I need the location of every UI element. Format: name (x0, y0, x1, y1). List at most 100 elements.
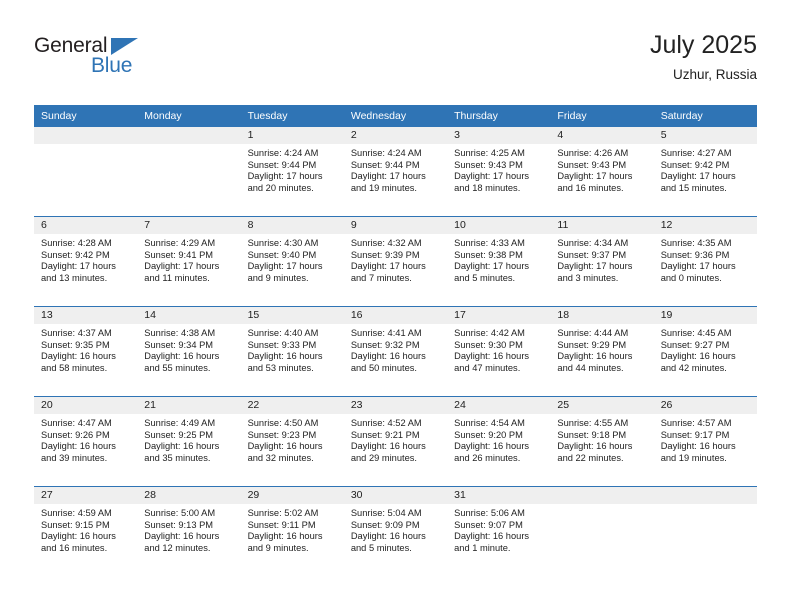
sunset-text: Sunset: 9:42 PM (660, 159, 730, 170)
calendar-day-cell[interactable]: 13 Sunrise: 4:37 AM Sunset: 9:35 PM Dayligh… (34, 306, 138, 397)
day-cell-inner: 15 Sunrise: 4:40 AM Sunset: 9:33 PM Dayligh… (240, 307, 344, 396)
calendar-day-cell[interactable]: 4 Sunrise: 4:26 AM Sunset: 9:43 PM Daylight… (550, 127, 654, 217)
sunset-text: Sunset: 9:37 PM (557, 249, 627, 260)
calendar-day-cell[interactable]: 8 Sunrise: 4:30 AM Sunset: 9:40 PM Daylight… (240, 216, 344, 307)
calendar-day-cell[interactable]: 27 Sunrise: 4:59 AM Sunset: 9:15 PM Dayligh… (34, 486, 138, 576)
day-cell-inner: 10 Sunrise: 4:33 AM Sunset: 9:38 PM Dayligh… (447, 217, 551, 306)
calendar-week-row: 13 Sunrise: 4:37 AM Sunset: 9:35 PM Dayligh… (34, 306, 757, 397)
daylight-text-line2: and 22 minutes. (557, 452, 624, 463)
daylight-text-line2: and 5 minutes. (350, 542, 412, 553)
calendar-day-cell[interactable]: 20 Sunrise: 4:47 AM Sunset: 9:26 PM Dayligh… (34, 396, 138, 487)
day-cell-details (34, 144, 137, 148)
calendar-body: 1 Sunrise: 4:24 AM Sunset: 9:44 PM Daylight… (34, 127, 757, 576)
calendar-day-cell[interactable]: 26 Sunrise: 4:57 AM Sunset: 9:17 PM Dayligh… (653, 396, 757, 487)
calendar-day-cell[interactable]: 29 Sunrise: 5:02 AM Sunset: 9:11 PM Dayligh… (240, 486, 344, 576)
daylight-text-line2: and 0 minutes. (660, 272, 722, 283)
page-title: July 2025 (649, 31, 757, 59)
sunrise-text: Sunrise: 4:44 AM (557, 328, 629, 338)
daylight-text-line1: Daylight: 16 hours (247, 351, 323, 362)
sunset-text: Sunset: 9:35 PM (41, 339, 110, 350)
calendar-day-cell[interactable]: 22 Sunrise: 4:50 AM Sunset: 9:23 PM Dayligh… (240, 396, 344, 487)
calendar-day-cell[interactable]: 18 Sunrise: 4:44 AM Sunset: 9:29 PM Dayligh… (550, 306, 654, 397)
day-cell-details: Sunrise: 4:30 AM Sunset: 9:40 PM Daylight:… (241, 234, 344, 284)
calendar-day-cell[interactable]: 2 Sunrise: 4:24 AM Sunset: 9:44 PM Daylight… (343, 127, 448, 217)
daylight-text-line2: and 47 minutes. (454, 362, 521, 373)
sunrise-text: Sunrise: 4:35 AM (660, 238, 732, 248)
daylight-text-line2: and 32 minutes. (247, 452, 314, 463)
sunrise-text: Sunrise: 4:30 AM (247, 238, 319, 248)
sunrise-text: Sunrise: 4:50 AM (247, 418, 319, 428)
calendar-day-cell[interactable]: 11 Sunrise: 4:34 AM Sunset: 9:37 PM Dayligh… (550, 216, 654, 307)
daylight-text-line2: and 20 minutes. (247, 182, 314, 193)
day-cell-details: Sunrise: 5:04 AM Sunset: 9:09 PM Daylight:… (344, 504, 447, 554)
calendar-day-cell[interactable]: 14 Sunrise: 4:38 AM Sunset: 9:34 PM Dayligh… (137, 306, 241, 397)
daylight-text-line1: Daylight: 17 hours (660, 261, 736, 272)
day-number: 16 (343, 307, 448, 324)
daylight-text-line1: Daylight: 17 hours (454, 261, 530, 272)
calendar-day-cell[interactable]: 3 Sunrise: 4:25 AM Sunset: 9:43 PM Daylight… (447, 127, 551, 217)
day-cell-inner: 13 Sunrise: 4:37 AM Sunset: 9:35 PM Dayligh… (34, 307, 138, 396)
daylight-text-line2: and 3 minutes. (557, 272, 619, 283)
calendar-day-cell[interactable]: 21 Sunrise: 4:49 AM Sunset: 9:25 PM Dayligh… (137, 396, 241, 487)
day-number: 4 (550, 127, 654, 144)
daylight-text-line2: and 19 minutes. (350, 182, 417, 193)
daylight-text-line2: and 55 minutes. (144, 362, 211, 373)
calendar-day-cell[interactable]: 1 Sunrise: 4:24 AM Sunset: 9:44 PM Daylight… (240, 127, 344, 217)
calendar-day-cell[interactable]: 6 Sunrise: 4:28 AM Sunset: 9:42 PM Daylight… (34, 216, 138, 307)
calendar-header-row: Sunday Monday Tuesday Wednesday Thursday… (34, 105, 757, 127)
day-number: 9 (343, 217, 448, 234)
calendar-day-cell[interactable]: 16 Sunrise: 4:41 AM Sunset: 9:32 PM Dayligh… (343, 306, 448, 397)
calendar-day-cell[interactable]: 15 Sunrise: 4:40 AM Sunset: 9:33 PM Dayligh… (240, 306, 344, 397)
day-cell-details: Sunrise: 4:41 AM Sunset: 9:32 PM Daylight:… (344, 324, 447, 374)
sunrise-text: Sunrise: 4:59 AM (41, 508, 112, 518)
sunset-text: Sunset: 9:34 PM (144, 339, 214, 350)
day-cell-details: Sunrise: 4:57 AM Sunset: 9:17 PM Daylight:… (654, 414, 757, 464)
day-cell-details: Sunrise: 4:25 AM Sunset: 9:43 PM Daylight:… (447, 144, 550, 194)
brand-logo[interactable]: General Blue (34, 34, 234, 90)
day-cell-inner: 22 Sunrise: 4:50 AM Sunset: 9:23 PM Dayligh… (240, 397, 344, 486)
daylight-text-line1: Daylight: 16 hours (454, 441, 530, 452)
calendar-day-cell[interactable]: 19 Sunrise: 4:45 AM Sunset: 9:27 PM Dayligh… (653, 306, 757, 397)
calendar-day-cell[interactable]: 5 Sunrise: 4:27 AM Sunset: 9:42 PM Daylight… (653, 127, 757, 217)
day-cell-details: Sunrise: 4:35 AM Sunset: 9:36 PM Daylight:… (654, 234, 757, 284)
day-cell-inner (137, 127, 241, 216)
sunrise-text: Sunrise: 4:57 AM (660, 418, 732, 428)
sunset-text: Sunset: 9:32 PM (350, 339, 420, 350)
calendar-day-cell[interactable]: 23 Sunrise: 4:52 AM Sunset: 9:21 PM Dayligh… (343, 396, 448, 487)
daylight-text-line1: Daylight: 17 hours (247, 261, 323, 272)
day-cell-inner: 6 Sunrise: 4:28 AM Sunset: 9:42 PM Daylight… (34, 217, 138, 306)
calendar-day-cell[interactable]: 24 Sunrise: 4:54 AM Sunset: 9:20 PM Dayligh… (447, 396, 551, 487)
calendar-day-cell[interactable]: 25 Sunrise: 4:55 AM Sunset: 9:18 PM Dayligh… (550, 396, 654, 487)
sunset-text: Sunset: 9:25 PM (144, 429, 214, 440)
day-cell-inner: 23 Sunrise: 4:52 AM Sunset: 9:21 PM Dayligh… (343, 397, 448, 486)
sunrise-text: Sunrise: 4:25 AM (454, 148, 525, 158)
day-number: 15 (240, 307, 344, 324)
daylight-text-line2: and 19 minutes. (660, 452, 727, 463)
day-cell-inner: 3 Sunrise: 4:25 AM Sunset: 9:43 PM Daylight… (447, 127, 551, 216)
daylight-text-line1: Daylight: 17 hours (144, 261, 220, 272)
calendar-day-cell[interactable]: 9 Sunrise: 4:32 AM Sunset: 9:39 PM Daylight… (343, 216, 448, 307)
calendar-day-cell[interactable]: 7 Sunrise: 4:29 AM Sunset: 9:41 PM Daylight… (137, 216, 241, 307)
calendar-week-row: 20 Sunrise: 4:47 AM Sunset: 9:26 PM Dayligh… (34, 396, 757, 487)
day-cell-inner: 19 Sunrise: 4:45 AM Sunset: 9:27 PM Dayligh… (653, 307, 757, 396)
daylight-text-line1: Daylight: 16 hours (557, 441, 633, 452)
weekday-header-thursday: Thursday (447, 105, 551, 127)
day-number: 17 (447, 307, 551, 324)
calendar-day-cell[interactable]: 28 Sunrise: 5:00 AM Sunset: 9:13 PM Dayligh… (137, 486, 241, 576)
sunset-text: Sunset: 9:23 PM (247, 429, 317, 440)
sunset-text: Sunset: 9:21 PM (350, 429, 420, 440)
calendar-day-cell[interactable]: 12 Sunrise: 4:35 AM Sunset: 9:36 PM Dayligh… (653, 216, 757, 307)
daylight-text-line1: Daylight: 16 hours (144, 351, 220, 362)
calendar-day-cell[interactable]: 31 Sunrise: 5:06 AM Sunset: 9:07 PM Dayligh… (447, 486, 551, 576)
calendar-day-cell[interactable]: 10 Sunrise: 4:33 AM Sunset: 9:38 PM Dayligh… (447, 216, 551, 307)
day-number (137, 127, 241, 144)
daylight-text-line2: and 9 minutes. (247, 272, 309, 283)
sunset-text: Sunset: 9:20 PM (454, 429, 523, 440)
brand-name-blue: Blue (91, 54, 133, 77)
calendar-day-cell[interactable]: 30 Sunrise: 5:04 AM Sunset: 9:09 PM Dayligh… (343, 486, 448, 576)
sunrise-text: Sunrise: 5:06 AM (454, 508, 525, 518)
calendar-day-cell[interactable]: 17 Sunrise: 4:42 AM Sunset: 9:30 PM Dayligh… (447, 306, 551, 397)
day-cell-details (137, 144, 240, 148)
sunrise-text: Sunrise: 4:41 AM (350, 328, 422, 338)
calendar-day-cell-empty (34, 127, 138, 217)
